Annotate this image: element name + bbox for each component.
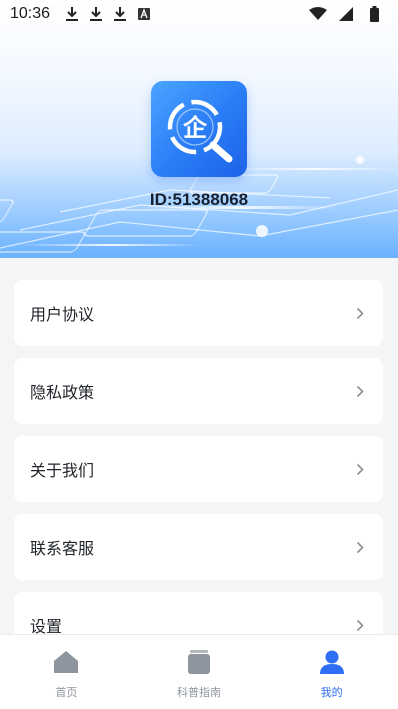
menu-item-privacy-policy[interactable]: 隐私政策 (14, 358, 383, 424)
settings-menu: 用户协议 隐私政策 关于我们 联系客服 设置 (14, 280, 383, 670)
logo-glyph: 企 (183, 114, 208, 142)
battery-icon (364, 4, 384, 24)
menu-item-contact-support[interactable]: 联系客服 (14, 514, 383, 580)
download-icon (86, 4, 106, 24)
signal-icon (336, 4, 356, 24)
download-icon (62, 4, 82, 24)
app-logo: 企 (151, 81, 247, 177)
chevron-right-icon (353, 306, 367, 320)
status-right-icons (308, 4, 388, 24)
menu-item-label: 隐私政策 (30, 383, 95, 402)
menu-item-about-us[interactable]: 关于我们 (14, 436, 383, 502)
tab-mine[interactable]: 我的 (265, 635, 398, 709)
user-id: ID:51388068 (149, 190, 249, 209)
user-icon (318, 648, 346, 676)
chevron-right-icon (353, 540, 367, 554)
menu-item-label: 关于我们 (30, 461, 95, 480)
profile-header: 10:36 企 ID:51388068 (0, 0, 398, 258)
tab-home[interactable]: 首页 (0, 635, 133, 709)
wifi-icon (308, 4, 328, 24)
download-icon (110, 4, 130, 24)
tab-label: 科普指南 (177, 686, 221, 699)
home-icon (52, 648, 80, 676)
menu-item-user-agreement[interactable]: 用户协议 (14, 280, 383, 346)
chevron-right-icon (353, 384, 367, 398)
tab-science-guide[interactable]: 科普指南 (133, 635, 266, 709)
chevron-right-icon (353, 618, 367, 632)
menu-item-label: 用户协议 (30, 305, 95, 324)
chevron-right-icon (353, 462, 367, 476)
bottom-tab-bar: 首页 科普指南 我的 (0, 634, 398, 709)
status-time: 10:36 (10, 5, 51, 22)
tab-label: 首页 (55, 686, 78, 699)
book-icon (185, 648, 213, 676)
tab-label: 我的 (320, 686, 343, 699)
font-a-icon (134, 4, 154, 24)
menu-item-label: 联系客服 (30, 539, 95, 558)
status-bar: 10:36 (0, 0, 398, 28)
